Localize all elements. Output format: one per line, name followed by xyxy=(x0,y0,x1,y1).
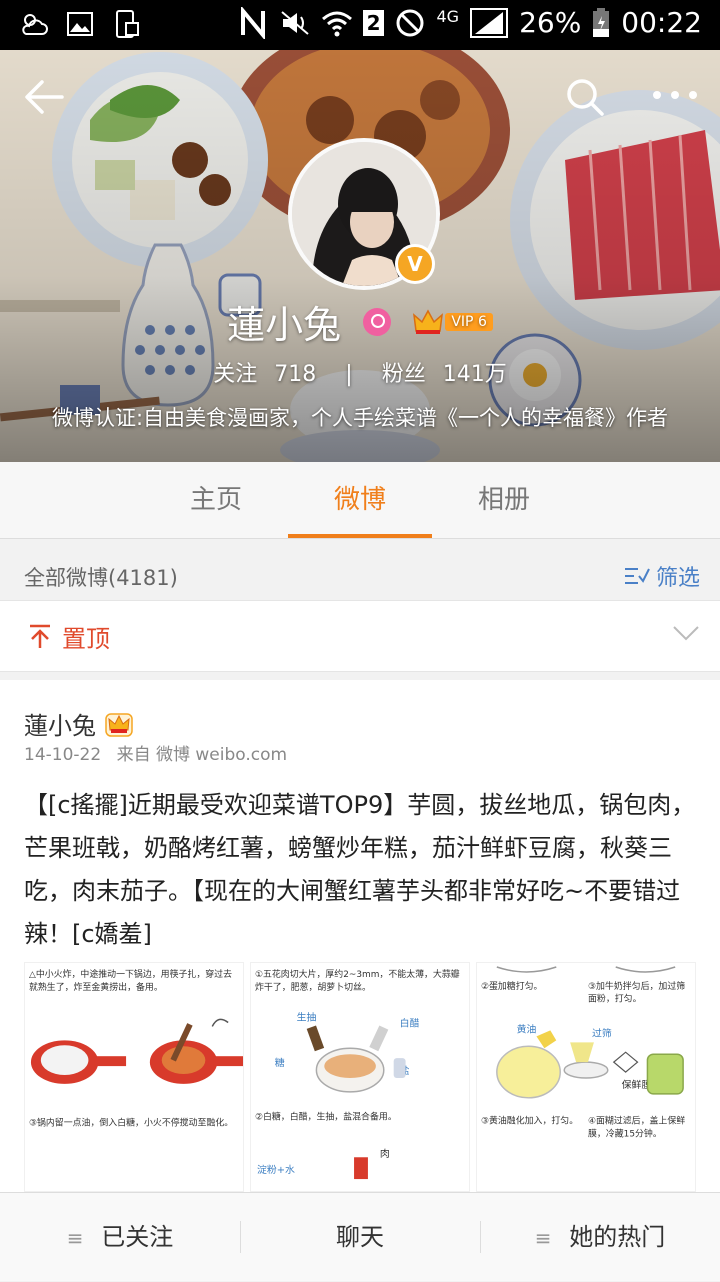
follow-count: 718 xyxy=(274,362,317,387)
image-label: 黄油 xyxy=(517,1022,537,1035)
tab-weibo[interactable]: 微博 xyxy=(288,462,432,538)
post-card[interactable]: 蓮小兔 14-10-22 来自 微博 weibo.com 【[c搖擺]近期最受欢… xyxy=(0,680,720,1192)
status-bar: 2 4G 26% 00:22 xyxy=(0,0,720,50)
signal-icon xyxy=(469,7,509,39)
profile-header: V 蓮小兔 VIP 6 关注 718 | 粉丝 141万 微博认证:自由美食漫画… xyxy=(0,50,720,462)
pinned-section[interactable]: 置顶 xyxy=(0,600,720,672)
verification-text: 微博认证:自由美食漫画家，个人手绘菜谱《一个人的幸福餐》作者 xyxy=(51,406,669,430)
post-author[interactable]: 蓮小兔 xyxy=(24,706,96,741)
pinned-header: 置顶 xyxy=(28,619,110,654)
image-caption: ②蛋加糖打匀。 xyxy=(480,981,543,992)
post-text: 【[c搖擺]近期最受欢迎菜谱TOP9】芋圆，拔丝地瓜，锅包肉，芒果班戟，奶酪烤红… xyxy=(24,791,696,948)
chat-label: 聊天 xyxy=(336,1223,384,1251)
image-label: 淀粉+水 xyxy=(257,1163,295,1176)
wifi-icon xyxy=(321,7,353,39)
more-button[interactable] xyxy=(650,80,700,110)
fans-count: 141万 xyxy=(442,362,507,387)
post-author-row: 蓮小兔 xyxy=(24,706,134,741)
crown-icon xyxy=(413,308,444,334)
do-not-disturb-icon xyxy=(394,7,426,39)
post-image[interactable]: △中小火炸，中途推动一下锅边，用筷子扎，穿过去就熟生了，炸至金黄捞出，备用。 ③… xyxy=(24,962,244,1192)
vip-badge[interactable]: VIP 6 xyxy=(413,308,493,335)
recipe-illustration: △中小火炸，中途推动一下锅边，用筷子扎，穿过去就熟生了，炸至金黄捞出，备用。 ③… xyxy=(25,963,243,1191)
image-caption: ④面糊过滤后，盖上保鲜膜，冷藏15分钟。 xyxy=(587,1116,686,1140)
image-caption: ③锅内留一点油，倒入白糖，小火不停搅动至融化。 xyxy=(28,1118,234,1129)
menu-lines-icon: ≡ xyxy=(66,1226,84,1250)
image-caption: ③加牛奶拌匀后，加过筛面粉，打匀。 xyxy=(587,981,686,1005)
menu-lines-icon: ≡ xyxy=(534,1226,552,1250)
member-search-icon[interactable] xyxy=(363,307,392,336)
tab-home[interactable]: 主页 xyxy=(144,462,288,538)
bottom-action-bar: ≡ 已关注 聊天 ≡ 她的热门 xyxy=(0,1192,720,1281)
tab-album[interactable]: 相册 xyxy=(432,462,576,538)
pin-top-icon xyxy=(30,624,50,648)
vip-level: VIP 6 xyxy=(445,312,493,331)
post-image[interactable]: ②蛋加糖打匀。 ③加牛奶拌匀后，加过筛面粉，打匀。 黄油 过筛 保鲜膜 ③黄油融… xyxy=(476,962,696,1192)
pinned-label: 置顶 xyxy=(62,625,110,653)
battery-percent: 26% xyxy=(519,6,582,39)
more-dots-icon xyxy=(653,91,697,99)
followed-button[interactable]: ≡ 已关注 xyxy=(0,1193,240,1281)
followed-label: 已关注 xyxy=(101,1223,174,1251)
image-caption: ①五花肉切大片，厚约2~3mm，不能太薄，大蒜瓣炸干了，肥葱，胡萝卜切丝。 xyxy=(254,969,460,993)
image-label: 肉 xyxy=(380,1147,390,1160)
follow-label: 关注 xyxy=(213,362,258,387)
network-type: 4G xyxy=(436,7,460,26)
fans-stat[interactable]: 粉丝 141万 xyxy=(382,362,507,387)
search-icon xyxy=(567,79,604,116)
image-caption: ②白糖，白醋，生抽，盐混合备用。 xyxy=(254,1112,397,1123)
image-label: 白醋 xyxy=(400,1016,420,1029)
verified-badge-icon: V xyxy=(395,244,435,284)
image-label: 过筛 xyxy=(592,1026,612,1039)
post-count: 全部微博(4181) xyxy=(24,566,178,590)
sim-indicator: 2 xyxy=(362,9,385,36)
hot-posts-label: 她的热门 xyxy=(569,1223,666,1251)
profile-stats: 关注 718 | 粉丝 141万 xyxy=(0,356,720,388)
clock: 00:22 xyxy=(621,6,702,39)
filter-button[interactable]: 筛选 xyxy=(624,560,700,592)
screenshot-icon xyxy=(110,8,142,40)
image-label: 生抽 xyxy=(297,1011,317,1024)
filter-icon xyxy=(624,568,650,584)
recipe-illustration: ②蛋加糖打匀。 ③加牛奶拌匀后，加过筛面粉，打匀。 黄油 过筛 保鲜膜 ③黄油融… xyxy=(477,963,695,1191)
post-image[interactable]: ①五花肉切大片，厚约2~3mm，不能太薄，大蒜瓣炸干了，肥葱，胡萝卜切丝。 生抽… xyxy=(250,962,470,1192)
recipe-illustration: ①五花肉切大片，厚约2~3mm，不能太薄，大蒜瓣炸干了，肥葱，胡萝卜切丝。 生抽… xyxy=(251,963,469,1191)
post-source: 来自 微博 weibo.com xyxy=(116,745,288,765)
search-button[interactable] xyxy=(564,76,606,118)
filter-label: 筛选 xyxy=(655,566,700,591)
profile-tabs: 主页 微博 相册 xyxy=(0,462,720,539)
vip-crown-icon xyxy=(105,712,133,737)
feed-filter-bar: 全部微博(4181) 筛选 xyxy=(0,548,720,600)
chat-button[interactable]: 聊天 xyxy=(240,1193,480,1281)
profile-name: 蓮小兔 xyxy=(227,303,342,347)
follow-stat[interactable]: 关注 718 xyxy=(213,362,323,387)
stat-divider: | xyxy=(345,362,353,387)
post-image-grid: △中小火炸，中途推动一下锅边，用筷子扎，穿过去就熟生了，炸至金黄捞出，备用。 ③… xyxy=(24,962,696,1192)
post-meta: 14-10-22 来自 微博 weibo.com xyxy=(24,740,287,765)
image-icon xyxy=(64,8,96,40)
nfc-icon xyxy=(237,4,269,41)
image-caption: ③黄油融化加入，打匀。 xyxy=(480,1116,579,1127)
back-button[interactable] xyxy=(22,74,68,120)
post-date: 14-10-22 xyxy=(24,745,102,765)
weather-icon xyxy=(18,8,50,40)
image-caption: △中小火炸，中途推动一下锅边，用筷子扎，穿过去就熟生了，炸至金黄捞出，备用。 xyxy=(28,969,233,993)
chevron-down-icon[interactable] xyxy=(672,623,700,643)
image-label: 糖 xyxy=(275,1056,285,1069)
back-arrow-icon xyxy=(25,80,64,114)
her-hot-posts-button[interactable]: ≡ 她的热门 xyxy=(480,1193,720,1281)
battery-icon xyxy=(591,7,611,39)
fans-label: 粉丝 xyxy=(381,362,426,387)
profile-name-row: 蓮小兔 VIP 6 xyxy=(0,294,720,349)
mute-icon xyxy=(279,7,311,39)
